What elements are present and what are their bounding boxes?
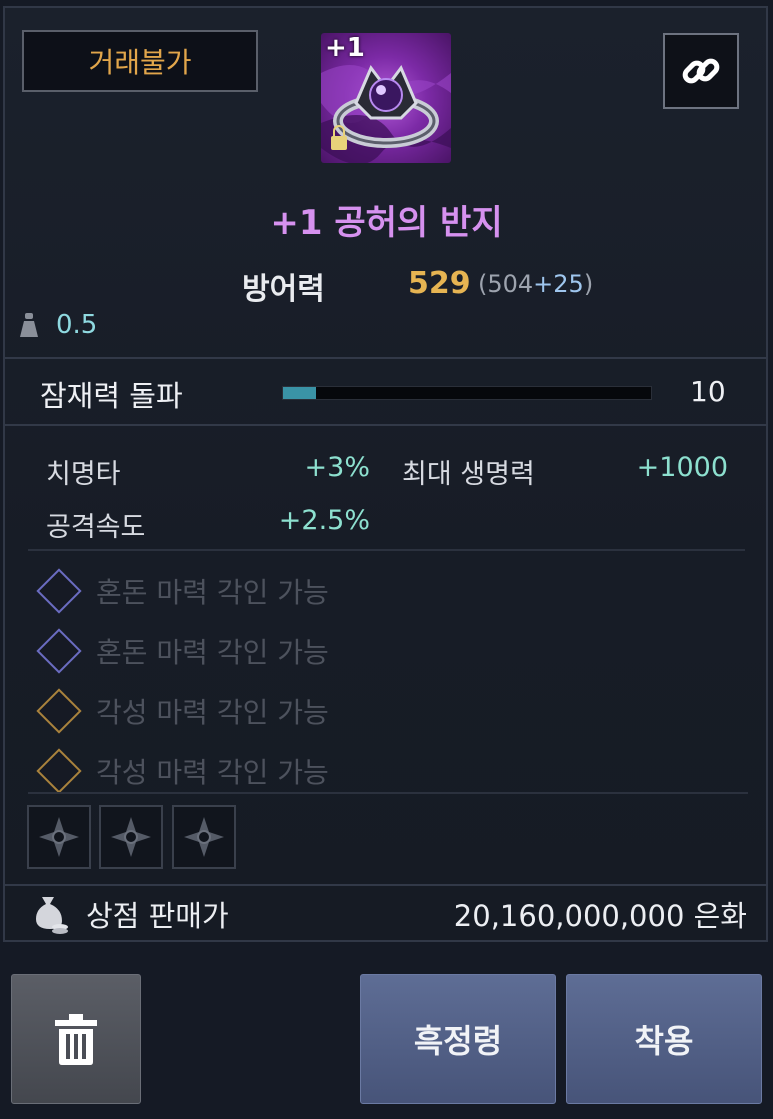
divider — [28, 792, 748, 794]
engraving-slot-awakening[interactable]: 각성 마력 각인 가능 — [36, 748, 329, 794]
engraving-label: 각성 마력 각인 가능 — [96, 696, 329, 729]
potential-progress-fill — [283, 387, 317, 399]
chaos-diamond-icon — [36, 568, 82, 614]
trade-restriction-badge: 거래불가 — [22, 30, 258, 92]
stat-value: +1000 — [636, 452, 728, 483]
enhance-level-overlay: +1 — [325, 33, 365, 63]
divider — [5, 424, 767, 426]
stat-label: 최대 생명력 — [402, 459, 535, 490]
chaos-diamond-icon — [36, 628, 82, 674]
defense-label: 방어력 — [242, 272, 325, 307]
item-name: +1 공허의 반지 — [270, 203, 503, 243]
weight-row: 0.5 — [16, 310, 97, 340]
link-button[interactable] — [663, 33, 739, 109]
stat-label: 치명타 — [46, 459, 121, 490]
awakening-diamond-icon — [36, 748, 82, 794]
engraving-slot-chaos[interactable]: 혼돈 마력 각인 가능 — [36, 568, 329, 614]
money-bag-icon — [36, 897, 68, 934]
engraving-label: 혼돈 마력 각인 가능 — [96, 576, 329, 609]
rune-socket-icon — [39, 817, 79, 857]
potential-progress-bar — [282, 386, 652, 400]
defense-base: (504 — [478, 270, 534, 298]
divider — [5, 357, 767, 359]
weight-icon — [20, 313, 38, 337]
divider — [28, 549, 745, 551]
defense-value: 529 — [408, 266, 471, 301]
engraving-label: 각성 마력 각인 가능 — [96, 756, 329, 789]
trash-icon — [55, 1014, 97, 1065]
rune-socket[interactable] — [99, 805, 163, 869]
engraving-slot-awakening[interactable]: 각성 마력 각인 가능 — [36, 688, 329, 734]
ring-icon[interactable]: +1 — [321, 33, 451, 163]
awakening-diamond-icon — [36, 688, 82, 734]
defense-breakdown: (504+25) — [478, 270, 593, 298]
engraving-slot-chaos[interactable]: 혼돈 마력 각인 가능 — [36, 628, 329, 674]
engraving-label: 혼돈 마력 각인 가능 — [96, 636, 329, 669]
stat-label: 공격속도 — [46, 512, 146, 543]
potential-label: 잠재력 돌파 — [40, 379, 183, 413]
equip-button[interactable]: 착용 — [566, 974, 762, 1104]
rune-socket-icon — [184, 817, 224, 857]
stat-value: +3% — [304, 452, 370, 483]
link-icon — [682, 58, 720, 84]
divider — [5, 884, 767, 886]
black-spirit-button[interactable]: 흑정령 — [360, 974, 556, 1104]
rune-socket-icon — [111, 817, 151, 857]
rune-socket[interactable] — [27, 805, 91, 869]
shop-price-label: 상점 판매가 — [86, 899, 229, 933]
defense-close: ) — [583, 270, 594, 298]
rune-socket[interactable] — [172, 805, 236, 869]
shop-price-value: 20,160,000,000 은화 — [453, 899, 747, 933]
potential-value: 10 — [690, 375, 726, 408]
defense-bonus: +25 — [533, 270, 584, 298]
weight-value: 0.5 — [56, 310, 98, 340]
discard-button[interactable] — [11, 974, 141, 1104]
stat-value: +2.5% — [278, 505, 370, 536]
